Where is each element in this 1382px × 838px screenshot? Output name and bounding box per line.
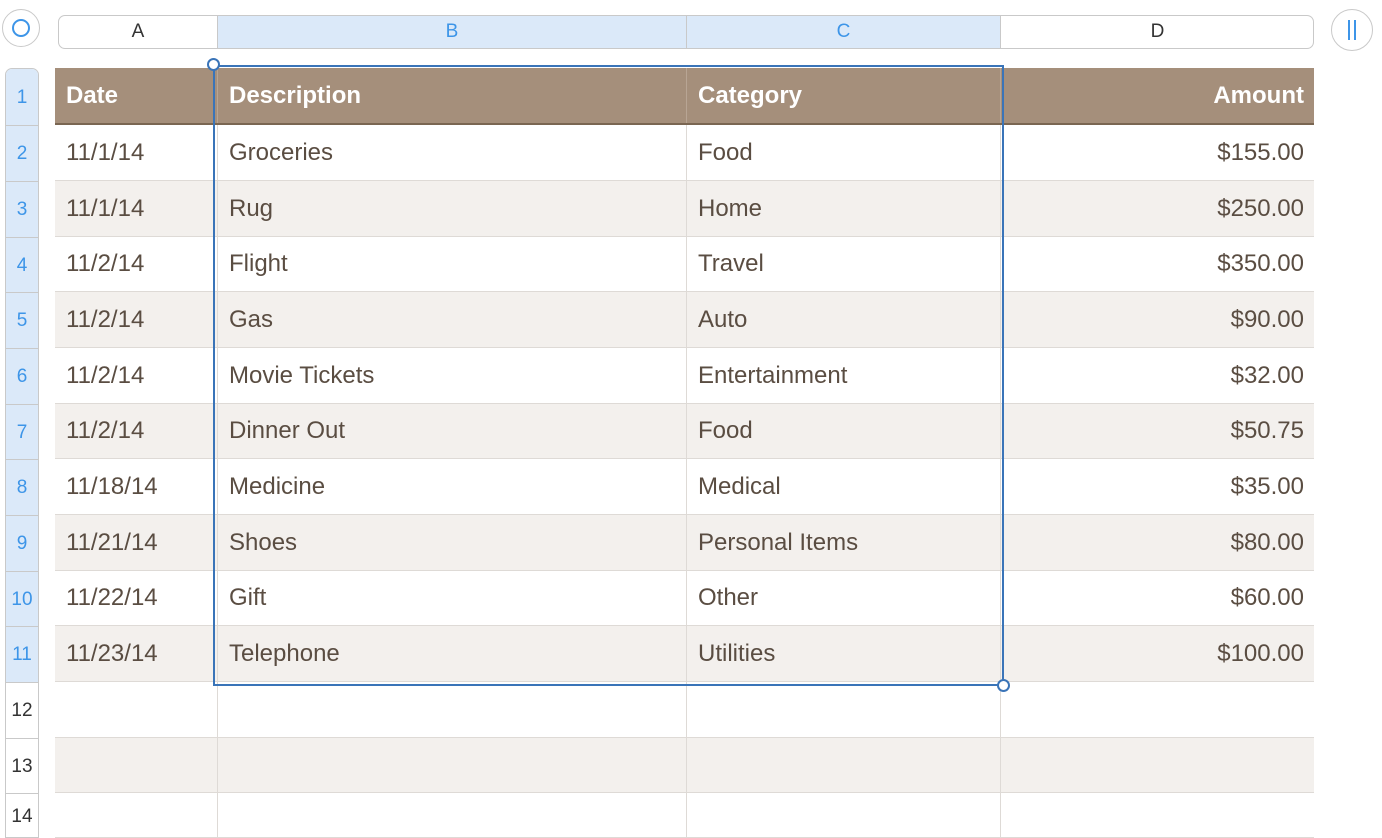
- table-cell[interactable]: [1001, 682, 1314, 737]
- row-header-14[interactable]: 14: [6, 794, 38, 837]
- table-cell[interactable]: Rug: [218, 181, 687, 236]
- table-row: 11/2/14 Movie Tickets Entertainment $32.00: [55, 348, 1314, 404]
- table-cell[interactable]: 11/2/14: [55, 348, 218, 403]
- table-row: 11/22/14 Gift Other $60.00: [55, 571, 1314, 626]
- row-header-11[interactable]: 11: [6, 627, 38, 683]
- column-header-c[interactable]: C: [687, 16, 1001, 48]
- column-header-b[interactable]: B: [218, 16, 687, 48]
- row-header-9[interactable]: 9: [6, 516, 38, 572]
- table-cell[interactable]: $60.00: [1001, 571, 1314, 625]
- table-row: 11/2/14 Dinner Out Food $50.75: [55, 404, 1314, 459]
- row-header-6[interactable]: 6: [6, 349, 38, 405]
- table-header-row: Date Description Category Amount: [55, 68, 1314, 125]
- table-cell[interactable]: 11/23/14: [55, 626, 218, 681]
- table-row: 11/2/14 Flight Travel $350.00: [55, 237, 1314, 292]
- table-cell[interactable]: Gift: [218, 571, 687, 625]
- expense-table: Date Description Category Amount 11/1/14 Groc…: [55, 68, 1314, 838]
- row-header-5[interactable]: 5: [6, 293, 38, 349]
- table-row: 11/2/14 Gas Auto $90.00: [55, 292, 1314, 348]
- table-cell[interactable]: $100.00: [1001, 626, 1314, 681]
- table-cell[interactable]: [1001, 738, 1314, 792]
- row-header-7[interactable]: 7: [6, 405, 38, 460]
- row-header-13[interactable]: 13: [6, 739, 38, 794]
- header-cell[interactable]: Category: [687, 68, 1001, 123]
- header-cell[interactable]: Description: [218, 68, 687, 123]
- table-cell[interactable]: $50.75: [1001, 404, 1314, 458]
- table-cell[interactable]: [55, 682, 218, 737]
- table-cell[interactable]: [687, 793, 1001, 837]
- table-cell[interactable]: $90.00: [1001, 292, 1314, 347]
- table-cell[interactable]: Gas: [218, 292, 687, 347]
- table-cell[interactable]: 11/18/14: [55, 459, 218, 514]
- row-header-2[interactable]: 2: [6, 126, 38, 182]
- header-cell[interactable]: Date: [55, 68, 218, 123]
- table-cell[interactable]: Food: [687, 404, 1001, 458]
- table-cell[interactable]: Dinner Out: [218, 404, 687, 458]
- circle-select-icon: [12, 19, 30, 37]
- table-cell[interactable]: 11/1/14: [55, 181, 218, 236]
- table-cell[interactable]: Food: [687, 125, 1001, 180]
- table-cell[interactable]: Personal Items: [687, 515, 1001, 570]
- table-cell[interactable]: $155.00: [1001, 125, 1314, 180]
- selection-handle-bottom-right[interactable]: [997, 679, 1010, 692]
- table-cell[interactable]: Entertainment: [687, 348, 1001, 403]
- table-cell[interactable]: Home: [687, 181, 1001, 236]
- table-cell[interactable]: Other: [687, 571, 1001, 625]
- freeze-columns-button[interactable]: [1331, 9, 1373, 51]
- header-cell[interactable]: Amount: [1001, 68, 1314, 123]
- table-cell[interactable]: [218, 793, 687, 837]
- table-row: 11/1/14 Rug Home $250.00: [55, 181, 1314, 237]
- table-cell[interactable]: [687, 738, 1001, 792]
- table-cell[interactable]: 11/2/14: [55, 292, 218, 347]
- table-cell[interactable]: $35.00: [1001, 459, 1314, 514]
- table-cell[interactable]: Auto: [687, 292, 1001, 347]
- table-cell[interactable]: 11/21/14: [55, 515, 218, 570]
- table-row: [55, 793, 1314, 838]
- table-cell[interactable]: Movie Tickets: [218, 348, 687, 403]
- table-cell[interactable]: [218, 738, 687, 792]
- table-cell[interactable]: Groceries: [218, 125, 687, 180]
- freeze-columns-icon-bar: [1354, 20, 1356, 40]
- row-header-4[interactable]: 4: [6, 238, 38, 293]
- column-header-a[interactable]: A: [59, 16, 218, 48]
- table-cell[interactable]: Shoes: [218, 515, 687, 570]
- table-cell[interactable]: [55, 738, 218, 792]
- row-header-bar: 1 2 3 4 5 6 7 8 9 10 11 12 13 14: [5, 68, 39, 838]
- table-cell[interactable]: 11/22/14: [55, 571, 218, 625]
- table-cell[interactable]: [687, 682, 1001, 737]
- freeze-columns-icon: [1348, 20, 1350, 40]
- table-cell[interactable]: $32.00: [1001, 348, 1314, 403]
- table-cell[interactable]: 11/2/14: [55, 237, 218, 291]
- table-cell[interactable]: Flight: [218, 237, 687, 291]
- row-header-8[interactable]: 8: [6, 460, 38, 516]
- table-cell[interactable]: [218, 682, 687, 737]
- row-header-12[interactable]: 12: [6, 683, 38, 739]
- table-row: [55, 682, 1314, 738]
- table-row: 11/1/14 Groceries Food $155.00: [55, 125, 1314, 181]
- column-header-d[interactable]: D: [1001, 16, 1313, 48]
- table-cell[interactable]: 11/1/14: [55, 125, 218, 180]
- table-cell[interactable]: Telephone: [218, 626, 687, 681]
- table-cell[interactable]: $80.00: [1001, 515, 1314, 570]
- row-header-3[interactable]: 3: [6, 182, 38, 238]
- table-row: 11/18/14 Medicine Medical $35.00: [55, 459, 1314, 515]
- select-all-button[interactable]: [2, 9, 40, 47]
- table-cell[interactable]: $350.00: [1001, 237, 1314, 291]
- table-cell[interactable]: 11/2/14: [55, 404, 218, 458]
- selection-handle-top-left[interactable]: [207, 58, 220, 71]
- table-cell[interactable]: Utilities: [687, 626, 1001, 681]
- column-header-bar: A B C D: [58, 15, 1314, 49]
- row-header-1[interactable]: 1: [6, 69, 38, 126]
- table-cell[interactable]: Medical: [687, 459, 1001, 514]
- table-cell[interactable]: $250.00: [1001, 181, 1314, 236]
- table-cell[interactable]: Travel: [687, 237, 1001, 291]
- table-row: [55, 738, 1314, 793]
- row-header-10[interactable]: 10: [6, 572, 38, 627]
- table-row: 11/23/14 Telephone Utilities $100.00: [55, 626, 1314, 682]
- table-cell[interactable]: [55, 793, 218, 837]
- table-row: 11/21/14 Shoes Personal Items $80.00: [55, 515, 1314, 571]
- table-cell[interactable]: Medicine: [218, 459, 687, 514]
- table-cell[interactable]: [1001, 793, 1314, 837]
